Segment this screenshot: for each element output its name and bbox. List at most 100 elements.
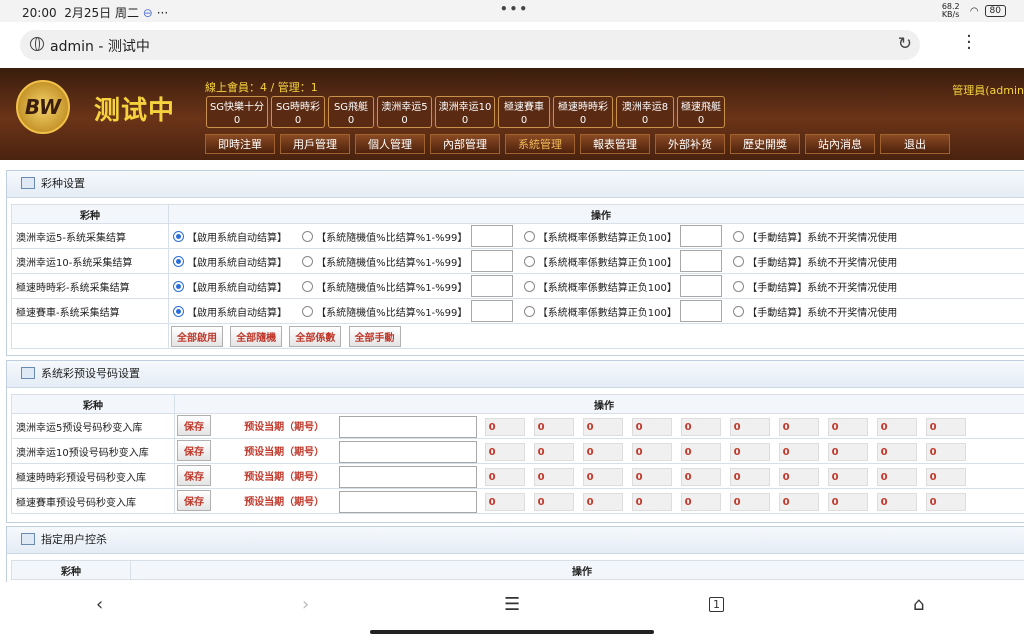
nav-user-management[interactable]: 用戶管理 [280, 134, 350, 154]
coef-input[interactable] [680, 225, 723, 247]
tabs-icon[interactable]: 1 [709, 597, 724, 612]
number-cell[interactable]: 0 [631, 442, 672, 461]
period-input[interactable] [339, 465, 478, 488]
number-cell[interactable]: 0 [729, 442, 770, 461]
nav-personal[interactable]: 個人管理 [355, 134, 425, 154]
reload-icon[interactable]: ↻ [898, 34, 912, 54]
number-cell[interactable]: 0 [925, 492, 966, 511]
number-cell[interactable]: 0 [827, 442, 868, 461]
number-cell[interactable]: 0 [680, 417, 721, 436]
radio-coef[interactable] [523, 280, 535, 292]
lottery-tab[interactable]: SG快樂十分 0 [206, 96, 268, 128]
radio-manual[interactable] [733, 305, 745, 317]
number-cell[interactable]: 0 [778, 467, 819, 486]
radio-coef[interactable] [523, 305, 535, 317]
radio-random[interactable] [302, 255, 314, 267]
number-cell[interactable]: 0 [680, 442, 721, 461]
radio-coef[interactable] [523, 255, 535, 267]
coef-input[interactable] [680, 275, 723, 297]
number-cell[interactable]: 0 [484, 492, 525, 511]
window-handle-icon[interactable]: ••• [500, 2, 529, 16]
save-button[interactable]: 保存 [177, 414, 211, 436]
save-button[interactable]: 保存 [177, 489, 211, 511]
number-cell[interactable]: 0 [876, 467, 917, 486]
save-button[interactable]: 保存 [177, 439, 211, 461]
coef-all-button[interactable]: 全部係數 [289, 325, 342, 347]
period-input[interactable] [339, 490, 478, 513]
number-cell[interactable]: 0 [729, 467, 770, 486]
lottery-tab[interactable]: 極速賽車 0 [498, 96, 550, 128]
number-cell[interactable]: 0 [484, 442, 525, 461]
number-cell[interactable]: 0 [582, 492, 623, 511]
radio-manual[interactable] [733, 280, 745, 292]
nav-history[interactable]: 歷史開獎 [730, 134, 800, 154]
lottery-tab[interactable]: 極速飛艇 0 [677, 96, 725, 128]
number-cell[interactable]: 0 [827, 467, 868, 486]
radio-random[interactable] [302, 230, 314, 242]
lottery-tab[interactable]: SG時時彩 0 [271, 96, 325, 128]
browser-menu-icon[interactable]: · · · [962, 28, 976, 58]
nav-messages[interactable]: 站內消息 [805, 134, 875, 154]
lottery-tab[interactable]: 澳洲幸运10 0 [435, 96, 495, 128]
lottery-tab[interactable]: SG飛艇 0 [328, 96, 374, 128]
radio-auto[interactable] [173, 255, 184, 267]
number-cell[interactable]: 0 [778, 417, 819, 436]
random-input[interactable] [470, 300, 513, 322]
coef-input[interactable] [680, 250, 723, 272]
number-cell[interactable]: 0 [484, 417, 525, 436]
number-cell[interactable]: 0 [778, 442, 819, 461]
number-cell[interactable]: 0 [729, 492, 770, 511]
lottery-tab[interactable]: 極速時時彩 0 [553, 96, 613, 128]
radio-coef[interactable] [523, 230, 535, 242]
nav-system[interactable]: 系統管理 [505, 134, 575, 154]
coef-input[interactable] [680, 300, 723, 322]
number-cell[interactable]: 0 [533, 467, 574, 486]
nav-reports[interactable]: 報表管理 [580, 134, 650, 154]
number-cell[interactable]: 0 [876, 492, 917, 511]
radio-manual[interactable] [733, 230, 745, 242]
nav-logout[interactable]: 退出 [880, 134, 950, 154]
random-input[interactable] [470, 250, 513, 272]
number-cell[interactable]: 0 [631, 467, 672, 486]
radio-auto[interactable] [173, 280, 184, 292]
nav-live-bets[interactable]: 即時注單 [205, 134, 275, 154]
number-cell[interactable]: 0 [680, 467, 721, 486]
radio-manual[interactable] [733, 255, 745, 267]
number-cell[interactable]: 0 [827, 417, 868, 436]
number-cell[interactable]: 0 [925, 467, 966, 486]
lottery-tab[interactable]: 澳洲幸运5 0 [377, 96, 432, 128]
radio-auto[interactable] [173, 305, 184, 317]
number-cell[interactable]: 0 [680, 492, 721, 511]
menu-icon[interactable]: ☰ [504, 594, 520, 615]
forward-icon[interactable]: › [302, 594, 309, 615]
number-cell[interactable]: 0 [631, 492, 672, 511]
home-icon[interactable]: ⌂ [913, 594, 924, 615]
random-all-button[interactable]: 全部隨機 [230, 325, 283, 347]
number-cell[interactable]: 0 [876, 417, 917, 436]
number-cell[interactable]: 0 [729, 417, 770, 436]
manual-all-button[interactable]: 全部手動 [348, 325, 401, 347]
number-cell[interactable]: 0 [827, 492, 868, 511]
nav-external[interactable]: 外部补货 [655, 134, 725, 154]
enable-all-button[interactable]: 全部啟用 [171, 325, 223, 347]
number-cell[interactable]: 0 [925, 442, 966, 461]
number-cell[interactable]: 0 [533, 492, 574, 511]
number-cell[interactable]: 0 [582, 467, 623, 486]
random-input[interactable] [470, 275, 513, 297]
page-title[interactable]: admin - 测试中 [50, 36, 150, 56]
lottery-tab[interactable]: 澳洲幸运8 0 [616, 96, 674, 128]
nav-internal[interactable]: 內部管理 [430, 134, 500, 154]
number-cell[interactable]: 0 [533, 417, 574, 436]
period-input[interactable] [339, 415, 478, 438]
radio-random[interactable] [302, 280, 314, 292]
address-bar[interactable]: admin - 测试中 ↻ [20, 30, 920, 60]
radio-auto[interactable] [173, 230, 184, 242]
number-cell[interactable]: 0 [582, 442, 623, 461]
number-cell[interactable]: 0 [582, 417, 623, 436]
radio-random[interactable] [302, 305, 314, 317]
save-button[interactable]: 保存 [177, 464, 211, 486]
number-cell[interactable]: 0 [778, 492, 819, 511]
number-cell[interactable]: 0 [925, 417, 966, 436]
gesture-bar[interactable] [370, 630, 654, 634]
admin-label[interactable]: 管理員(admin [952, 82, 1024, 98]
